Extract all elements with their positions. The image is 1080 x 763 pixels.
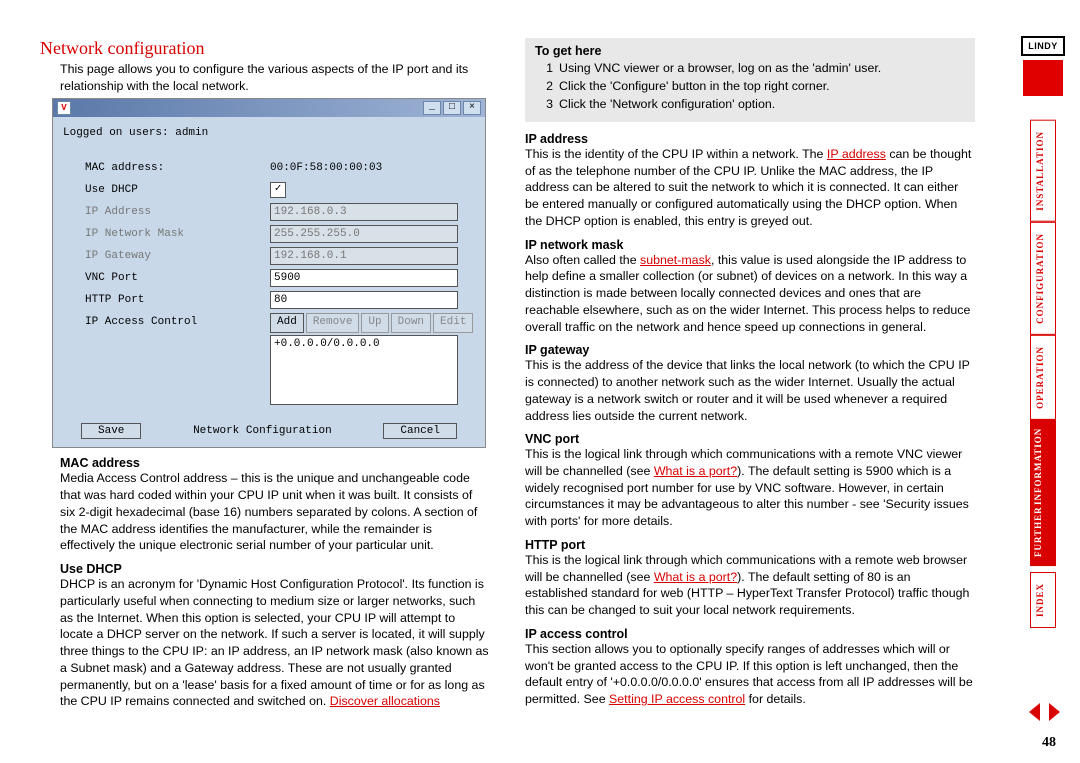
- mask-label: IP Network Mask: [63, 228, 270, 240]
- step-1: Using VNC viewer or a browser, log on as…: [559, 60, 881, 78]
- ipaddr-label: IP Address: [63, 206, 270, 218]
- vnc-port-label: VNC Port: [63, 272, 270, 284]
- acl-label: IP Access Control: [63, 316, 270, 328]
- ipaddr-text: This is the identity of the CPU IP withi…: [525, 146, 975, 230]
- intro-text: This page allows you to configure the va…: [60, 61, 490, 94]
- subnet-mask-link[interactable]: subnet-mask: [640, 253, 711, 267]
- mac-value: 00:0F:58:00:00:03: [270, 162, 382, 174]
- logged-on-users: Logged on users: admin: [63, 127, 475, 139]
- mask-text: Also often called the subnet-mask, this …: [525, 252, 975, 336]
- vnc-port-input[interactable]: 5900: [270, 269, 458, 287]
- to-get-here-heading: To get here: [535, 44, 965, 58]
- step-3: Click the 'Network configuration' option…: [559, 96, 775, 114]
- mask-input[interactable]: 255.255.255.0: [270, 225, 458, 243]
- vnc-heading: VNC port: [525, 432, 975, 446]
- gw-heading: IP gateway: [525, 343, 975, 357]
- http-text: This is the logical link through which c…: [525, 552, 975, 619]
- close-button[interactable]: ×: [463, 101, 481, 115]
- save-button[interactable]: Save: [81, 423, 141, 439]
- nav-index[interactable]: INDEX: [1030, 572, 1056, 628]
- acl-text: This section allows you to optionally sp…: [525, 641, 975, 708]
- nav-operation[interactable]: OPERATION: [1030, 335, 1056, 420]
- cancel-button[interactable]: Cancel: [383, 423, 457, 439]
- discover-allocations-link[interactable]: Discover allocations: [330, 694, 440, 708]
- dhcp-heading: Use DHCP: [60, 562, 490, 576]
- gw-input[interactable]: 192.168.0.1: [270, 247, 458, 265]
- http-port-label: HTTP Port: [63, 294, 270, 306]
- config-screenshot: V _ □ × Logged on users: admin MAC addre…: [52, 98, 486, 448]
- dhcp-checkbox[interactable]: ✓: [270, 182, 286, 198]
- nav-configuration[interactable]: CONFIGURATION: [1030, 222, 1056, 335]
- brand-logo: LINDY: [1021, 36, 1065, 56]
- http-port-input[interactable]: 80: [270, 291, 458, 309]
- nav-installation[interactable]: INSTALLATION: [1030, 120, 1056, 222]
- what-is-port-link-2[interactable]: What is a port?: [654, 570, 737, 584]
- dhcp-label: Use DHCP: [63, 184, 270, 196]
- acl-listbox[interactable]: +0.0.0.0/0.0.0.0: [270, 335, 458, 405]
- panel-title: Network Configuration: [193, 423, 332, 439]
- mac-text: Media Access Control address – this is t…: [60, 470, 490, 554]
- app-icon: V: [57, 101, 71, 115]
- edit-button[interactable]: Edit: [433, 313, 473, 333]
- step-2: Click the 'Configure' button in the top …: [559, 78, 830, 96]
- mac-label: MAC address:: [63, 162, 270, 174]
- prev-page-icon[interactable]: [1029, 703, 1040, 721]
- side-navigation: LINDY INSTALLATION CONFIGURATION OPERATI…: [1020, 36, 1066, 628]
- page-number: 48: [1042, 735, 1056, 751]
- ipaddr-heading: IP address: [525, 132, 975, 146]
- vnc-text: This is the logical link through which c…: [525, 446, 975, 530]
- down-button[interactable]: Down: [391, 313, 431, 333]
- gw-label: IP Gateway: [63, 250, 270, 262]
- remove-button[interactable]: Remove: [306, 313, 360, 333]
- mask-heading: IP network mask: [525, 238, 975, 252]
- ipaddr-input[interactable]: 192.168.0.3: [270, 203, 458, 221]
- brand-block-icon: [1023, 60, 1063, 96]
- next-page-icon[interactable]: [1049, 703, 1060, 721]
- nav-further-information[interactable]: INFORMATIONFURTHER: [1030, 419, 1056, 566]
- acl-heading: IP access control: [525, 627, 975, 641]
- setting-acl-link[interactable]: Setting IP access control: [609, 692, 745, 706]
- add-button[interactable]: Add: [270, 313, 304, 333]
- up-button[interactable]: Up: [361, 313, 388, 333]
- what-is-port-link-1[interactable]: What is a port?: [654, 464, 737, 478]
- dhcp-text: DHCP is an acronym for 'Dynamic Host Con…: [60, 576, 490, 710]
- to-get-here-box: To get here 1Using VNC viewer or a brows…: [525, 38, 975, 122]
- minimize-button[interactable]: _: [423, 101, 441, 115]
- maximize-button[interactable]: □: [443, 101, 461, 115]
- page-title: Network configuration: [40, 38, 490, 59]
- ip-address-link[interactable]: IP address: [827, 147, 886, 161]
- gw-text: This is the address of the device that l…: [525, 357, 975, 424]
- mac-heading: MAC address: [60, 456, 490, 470]
- http-heading: HTTP port: [525, 538, 975, 552]
- window-titlebar: V _ □ ×: [53, 99, 485, 117]
